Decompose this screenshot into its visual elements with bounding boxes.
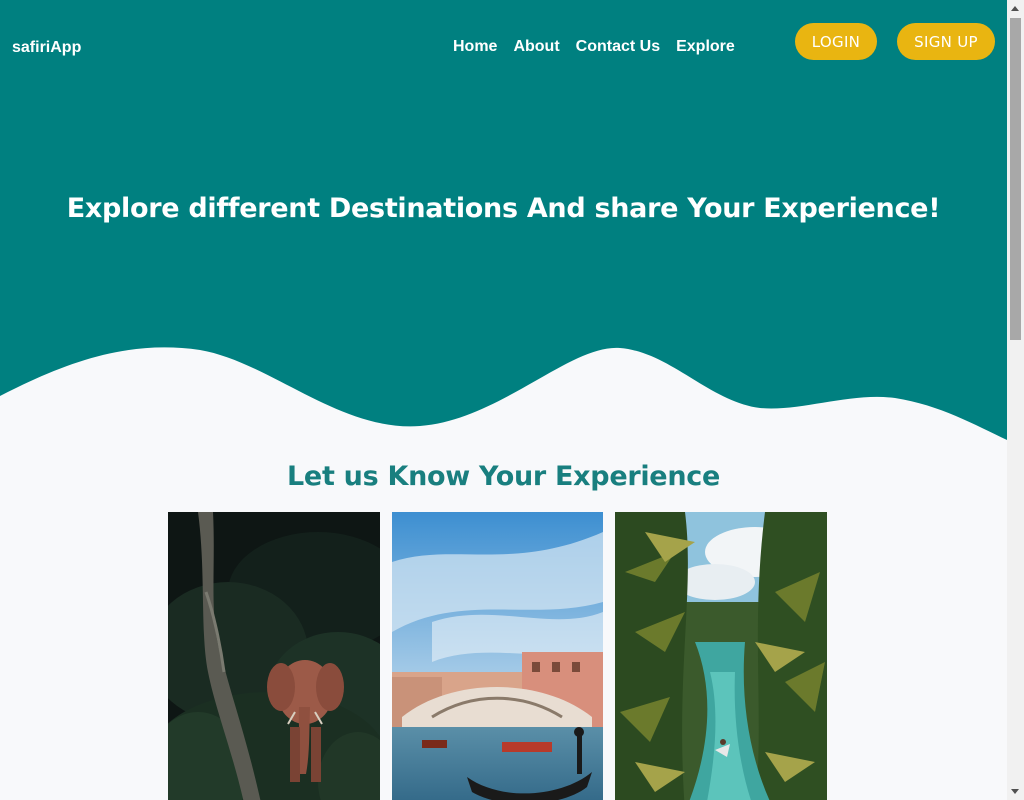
page: safiriApp Home About Contact Us Explore … bbox=[0, 0, 1007, 800]
nav-about-link[interactable]: About bbox=[513, 38, 559, 56]
nav-explore-link[interactable]: Explore bbox=[676, 38, 735, 56]
main-nav: Home About Contact Us Explore bbox=[453, 38, 735, 56]
vertical-scrollbar[interactable] bbox=[1007, 0, 1024, 800]
elephant-photo bbox=[168, 512, 380, 800]
hero-title: Explore different Destinations And share… bbox=[66, 193, 941, 224]
scroll-down-arrow-icon[interactable] bbox=[1011, 789, 1019, 794]
brand-logo[interactable]: safiriApp bbox=[12, 39, 81, 57]
nav-contact-link[interactable]: Contact Us bbox=[576, 38, 660, 56]
photo-card-elephant[interactable] bbox=[168, 512, 380, 800]
venice-photo bbox=[392, 512, 603, 800]
scrollbar-thumb[interactable] bbox=[1010, 18, 1021, 340]
signup-button[interactable]: SIGN UP bbox=[897, 23, 995, 60]
scroll-up-arrow-icon[interactable] bbox=[1011, 6, 1019, 11]
hero-banner: safiriApp Home About Contact Us Explore … bbox=[0, 0, 1007, 440]
palm-river-photo bbox=[615, 512, 827, 800]
nav-home-link[interactable]: Home bbox=[453, 38, 497, 56]
photo-card-palm-river[interactable] bbox=[615, 512, 827, 800]
login-button[interactable]: LOGIN bbox=[795, 23, 877, 60]
experience-section-title: Let us Know Your Experience bbox=[287, 461, 720, 492]
photo-card-venice[interactable] bbox=[392, 512, 603, 800]
